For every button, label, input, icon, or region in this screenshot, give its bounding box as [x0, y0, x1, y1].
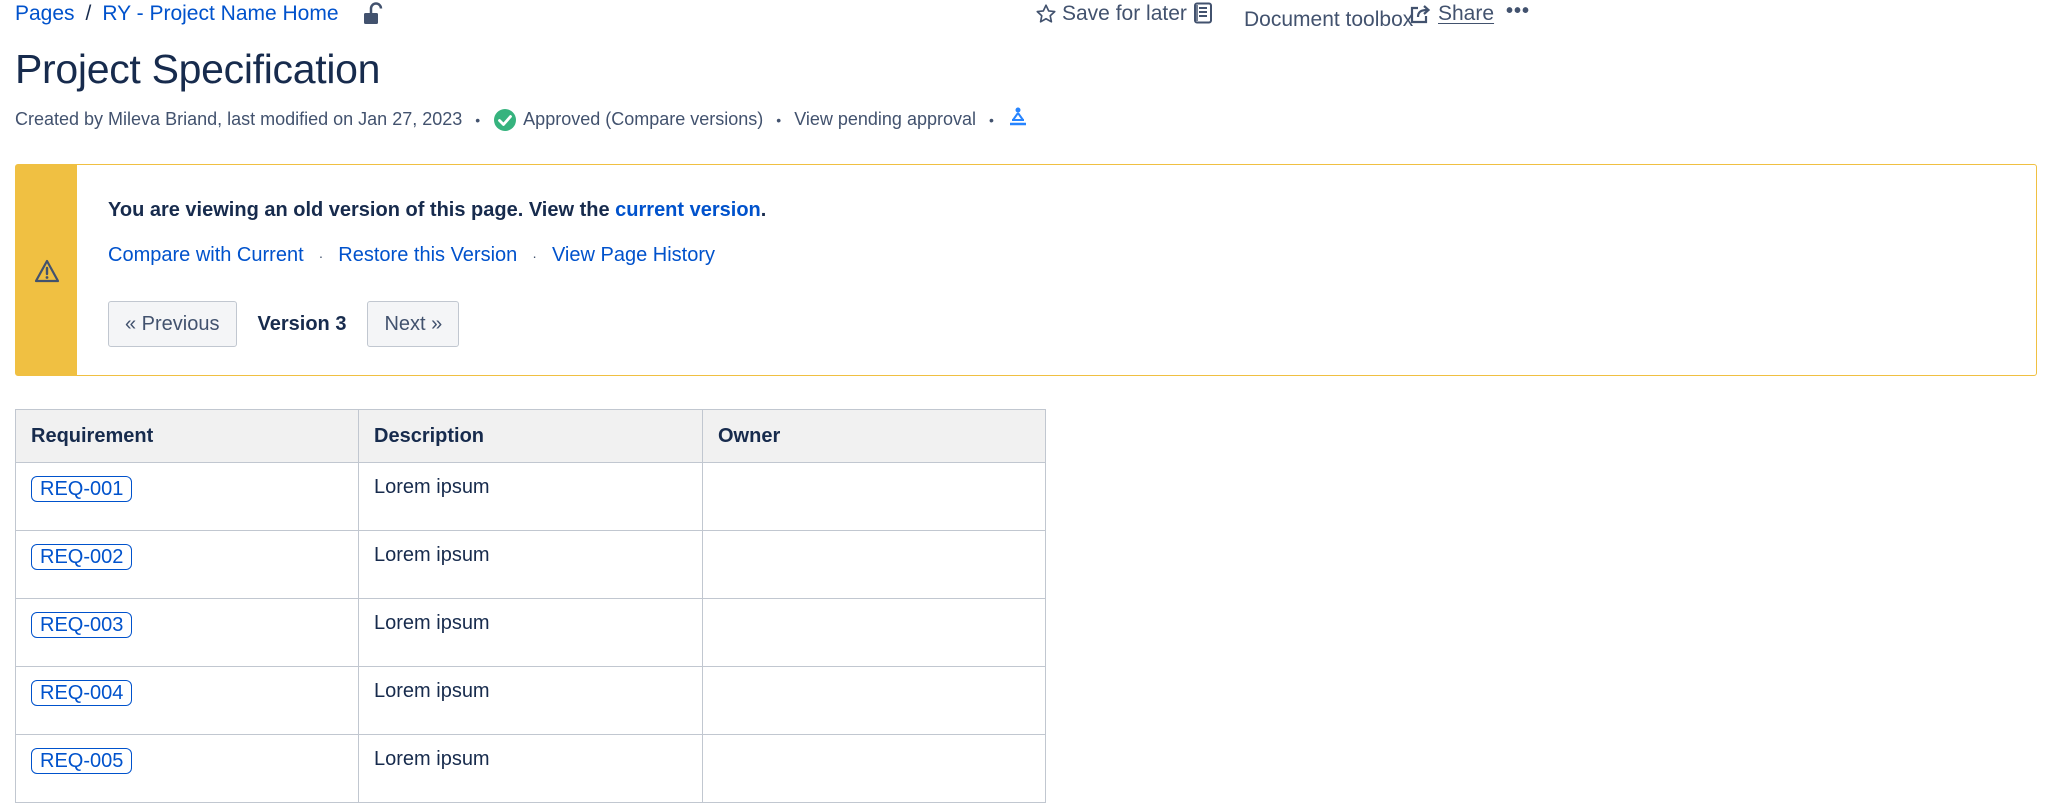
requirements-table: Requirement Description Owner REQ-001 Lo… — [15, 409, 1046, 803]
page-actions: Save for later Document toolbox Share ••… — [0, 0, 2033, 34]
requirement-link[interactable]: REQ-004 — [31, 680, 133, 706]
share-icon — [1410, 4, 1431, 24]
compare-with-current-link[interactable]: Compare with Current — [108, 244, 304, 267]
requirement-link[interactable]: REQ-001 — [31, 476, 133, 502]
next-version-button[interactable]: Next » — [367, 301, 460, 347]
requirement-link[interactable]: REQ-005 — [31, 748, 133, 774]
column-header-requirement: Requirement — [15, 409, 359, 463]
more-actions-button[interactable]: ••• — [1506, 0, 1530, 23]
page: Pages / RY - Project Name Home Save for … — [0, 0, 2048, 805]
page-outline-button[interactable] — [1193, 2, 1213, 24]
table-header-row: Requirement Description Owner — [15, 409, 1046, 463]
table-row: REQ-001 Lorem ipsum — [15, 462, 1046, 531]
share-label: Share — [1438, 2, 1495, 25]
page-metadata: Created by Mileva Briand, last modified … — [15, 106, 1029, 133]
approved-check-icon — [493, 108, 517, 132]
requirement-cell: REQ-004 — [15, 666, 359, 735]
version-number: Version 3 — [257, 312, 347, 335]
meta-separator: • — [475, 111, 481, 128]
owner-cell — [702, 666, 1046, 735]
version-links: Compare with Current · Restore this Vers… — [108, 244, 715, 267]
previous-version-button[interactable]: « Previous — [108, 301, 237, 347]
table-row: REQ-004 Lorem ipsum — [15, 666, 1046, 735]
warning-icon — [34, 258, 60, 284]
column-header-owner: Owner — [702, 409, 1046, 463]
requirement-cell: REQ-002 — [15, 530, 359, 599]
star-icon — [1035, 3, 1057, 25]
old-version-warning-panel: You are viewing an old version of this p… — [15, 164, 2037, 376]
requirement-cell: REQ-001 — [15, 462, 359, 531]
current-version-link[interactable]: current version — [615, 199, 761, 221]
description-cell: Lorem ipsum — [358, 462, 703, 531]
description-cell: Lorem ipsum — [358, 598, 703, 667]
view-page-history-link[interactable]: View Page History — [552, 244, 715, 267]
document-toolbox-button[interactable]: Document toolbox — [1244, 8, 1413, 32]
requirement-cell: REQ-005 — [15, 734, 359, 803]
page-title: Project Specification — [15, 46, 381, 92]
owner-cell — [702, 598, 1046, 667]
description-cell: Lorem ipsum — [358, 734, 703, 803]
table-row: REQ-003 Lorem ipsum — [15, 598, 1046, 667]
column-header-description: Description — [358, 409, 703, 463]
save-for-later-label: Save for later — [1062, 2, 1187, 25]
table-row: REQ-002 Lorem ipsum — [15, 530, 1046, 599]
owner-cell — [702, 530, 1046, 599]
meta-separator: • — [776, 111, 782, 128]
view-pending-approval-link[interactable]: View pending approval — [794, 109, 976, 130]
document-toolbox-label: Document toolbox — [1244, 8, 1414, 31]
requirement-cell: REQ-003 — [15, 598, 359, 667]
page-byline[interactable]: Created by Mileva Briand, last modified … — [15, 109, 462, 130]
share-button[interactable]: Share — [1410, 2, 1494, 26]
owner-cell — [702, 462, 1046, 531]
requirement-link[interactable]: REQ-002 — [31, 544, 133, 570]
more-icon: ••• — [1506, 0, 1531, 22]
document-outline-icon — [1193, 2, 1213, 24]
old-version-message: You are viewing an old version of this p… — [108, 199, 766, 222]
restore-version-link[interactable]: Restore this Version — [338, 244, 517, 267]
link-separator: · — [318, 247, 324, 264]
old-version-message-text: You are viewing an old version of this p… — [108, 199, 616, 221]
approval-status[interactable]: Approved (Compare versions) — [523, 109, 763, 130]
description-cell: Lorem ipsum — [358, 666, 703, 735]
table-row: REQ-005 Lorem ipsum — [15, 734, 1046, 803]
requirement-link[interactable]: REQ-003 — [31, 612, 133, 638]
version-navigation: « Previous Version 3 Next » — [108, 301, 460, 347]
link-separator: · — [532, 247, 537, 264]
meta-separator: • — [989, 111, 994, 128]
owner-cell — [702, 734, 1046, 803]
old-version-message-end: . — [760, 199, 767, 221]
analytics-icon[interactable] — [1007, 106, 1029, 133]
save-for-later-button[interactable]: Save for later — [1035, 2, 1187, 26]
description-cell: Lorem ipsum — [358, 530, 703, 599]
